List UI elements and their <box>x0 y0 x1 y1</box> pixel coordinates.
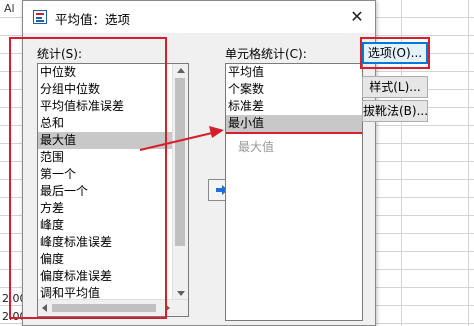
cell-statistics-list-item[interactable]: 标准差 <box>226 98 362 115</box>
statistics-label: 统计(S): <box>37 47 83 61</box>
style-button[interactable]: 样式(L)... <box>362 76 428 98</box>
cell-statistics-list-item[interactable]: 最小值 <box>226 115 362 132</box>
statistics-list-item[interactable]: 中位数 <box>38 64 174 81</box>
scroll-up-arrow-icon[interactable] <box>177 68 185 73</box>
cell-statistics-list-item[interactable]: 平均值 <box>226 64 362 81</box>
means-options-dialog: 平均值：选项 ✕ 统计(S): 中位数 分组中位数 平均值标准误差 总和 最大值 范围 第一… <box>22 0 376 326</box>
statistics-list[interactable]: 中位数 分组中位数 平均值标准误差 总和 最大值 范围 第一个 最后一个 方差 峰度 峰度标准误差偏… <box>37 63 189 317</box>
cell-statistics-list[interactable]: 平均值 个案数 标准差 最小值 最大值 <box>225 63 363 321</box>
title-bar: 平均值：选项 ✕ <box>23 1 375 33</box>
scroll-left-arrow-icon[interactable] <box>42 304 47 312</box>
drop-indicator-line <box>226 132 362 134</box>
app-icon <box>33 10 47 24</box>
horizontal-scrollbar[interactable] <box>38 299 188 316</box>
vertical-scrollbar[interactable] <box>172 64 188 300</box>
options-button[interactable]: 选项(O)... <box>362 42 428 64</box>
statistics-list-item[interactable]: 平均值标准误差 <box>38 98 174 115</box>
close-icon[interactable]: ✕ <box>345 5 369 29</box>
cell-statistics-label: 单元格统计(C): <box>225 47 307 61</box>
bootstrap-button[interactable]: 拔靴法(B)... <box>362 100 428 122</box>
statistics-list-item[interactable]: 范围 <box>38 149 174 166</box>
statistics-list-item[interactable]: 峰度标准误差 <box>38 234 174 251</box>
statistics-list-item[interactable]: 最大值 <box>38 132 174 149</box>
background-cell-label: Al <box>2 2 17 15</box>
scroll-right-arrow-icon[interactable] <box>165 304 170 312</box>
statistics-items: 中位数 分组中位数 平均值标准误差 总和 最大值 范围 第一个 最后一个 方差 峰度 峰度标准误差偏… <box>38 64 174 302</box>
scroll-thumb[interactable] <box>52 304 156 312</box>
statistics-list-item[interactable]: 峰度 <box>38 217 174 234</box>
statistics-list-item[interactable]: 偏度 <box>38 251 174 268</box>
scroll-thumb[interactable] <box>175 78 185 246</box>
cell-statistics-list-item[interactable]: 个案数 <box>226 81 362 98</box>
statistics-list-item[interactable]: 偏度标准误差 <box>38 268 174 285</box>
scroll-down-arrow-icon[interactable] <box>177 291 185 296</box>
statistics-list-item[interactable]: 方差 <box>38 200 174 217</box>
dialog-title: 平均值：选项 <box>55 12 131 27</box>
statistics-list-item[interactable]: 总和 <box>38 115 174 132</box>
cell-statistics-items: 平均值 个案数 标准差 最小值 <box>226 64 362 132</box>
statistics-list-item[interactable]: 分组中位数 <box>38 81 174 98</box>
statistics-list-item[interactable]: 最后一个 <box>38 183 174 200</box>
statistics-list-item[interactable]: 第一个 <box>38 166 174 183</box>
drag-preview-item: 最大值 <box>238 140 275 154</box>
